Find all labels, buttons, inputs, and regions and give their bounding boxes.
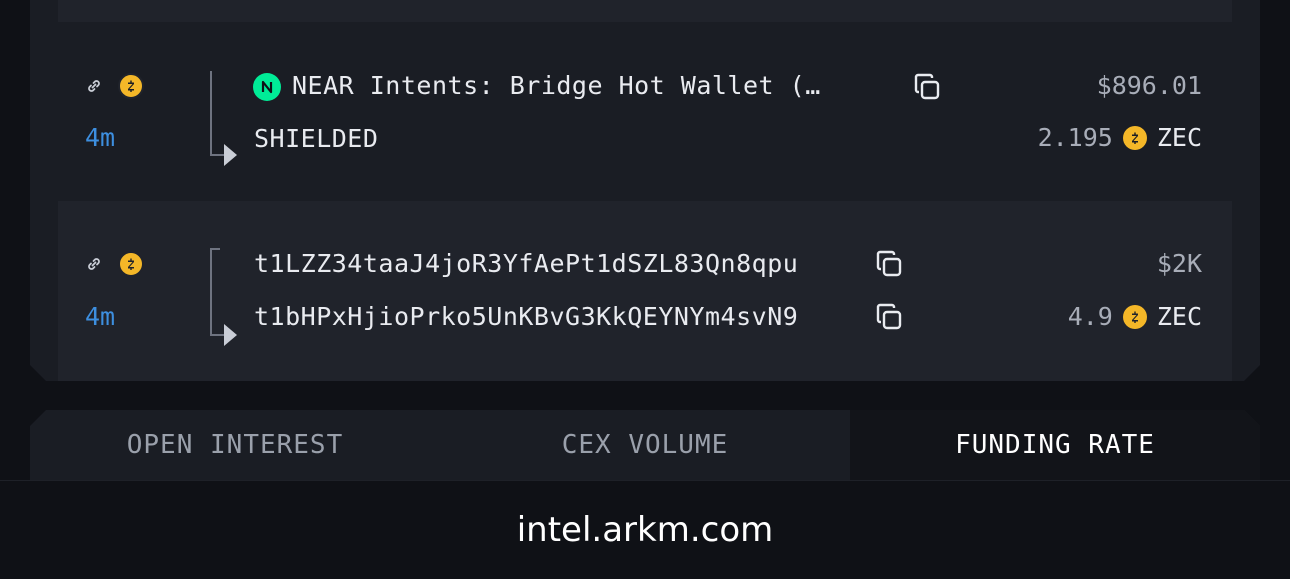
from-address-link[interactable]: t1LZZ34taaJ4joR3YfAePt1dSZL83Qn8qpu [254, 249, 798, 278]
zec-coin-icon [1122, 304, 1147, 329]
token-amount: 2.195 ZEC [1038, 123, 1202, 152]
transfer-age[interactable]: 4m [85, 302, 115, 331]
link-icon[interactable] [85, 77, 103, 95]
previous-row-edge [58, 0, 1232, 22]
near-logo-icon [253, 73, 281, 101]
from-entity-link[interactable]: NEAR Intents: Bridge Hot Wallet (… [292, 71, 821, 100]
token-symbol[interactable]: ZEC [1157, 123, 1202, 152]
transfer-age[interactable]: 4m [85, 123, 115, 152]
copy-icon[interactable] [873, 301, 905, 333]
amount-value: 4.9 [1067, 302, 1113, 331]
arrow-right-icon [224, 324, 237, 346]
site-domain-footer: intel.arkm.com [0, 480, 1290, 579]
metrics-tab-bar: OPEN INTEREST CEX VOLUME FUNDING RATE [30, 410, 1260, 480]
amount-value: 2.195 [1037, 123, 1113, 152]
transfer-row[interactable]: 4m t1LZZ34taaJ4joR3YfAePt1dSZL83Qn8qpu t… [58, 201, 1232, 381]
zec-coin-icon [1122, 125, 1147, 150]
token-amount: 4.9 ZEC [1068, 302, 1202, 331]
transfer-row[interactable]: 4m NEAR Intents: Bridge Hot Wallet (… SH… [58, 22, 1232, 201]
zec-coin-icon [118, 251, 144, 277]
tab-funding-rate[interactable]: FUNDING RATE [850, 410, 1260, 480]
tab-open-interest[interactable]: OPEN INTEREST [30, 410, 440, 480]
usd-value: $896.01 [1096, 71, 1202, 100]
tab-cex-volume[interactable]: CEX VOLUME [440, 410, 850, 480]
token-symbol[interactable]: ZEC [1157, 302, 1202, 331]
usd-value: $2K [1156, 249, 1202, 278]
link-icon[interactable] [85, 255, 103, 273]
to-address-link[interactable]: t1bHPxHjioPrko5UnKBvG3KkQEYNYm4svN9 [254, 302, 798, 331]
copy-icon[interactable] [911, 71, 943, 103]
copy-icon[interactable] [873, 248, 905, 280]
flow-connector [210, 71, 240, 168]
arrow-right-icon [224, 144, 237, 166]
flow-connector [210, 248, 240, 348]
to-entity-link[interactable]: SHIELDED [254, 124, 378, 153]
zec-coin-icon [118, 73, 144, 99]
